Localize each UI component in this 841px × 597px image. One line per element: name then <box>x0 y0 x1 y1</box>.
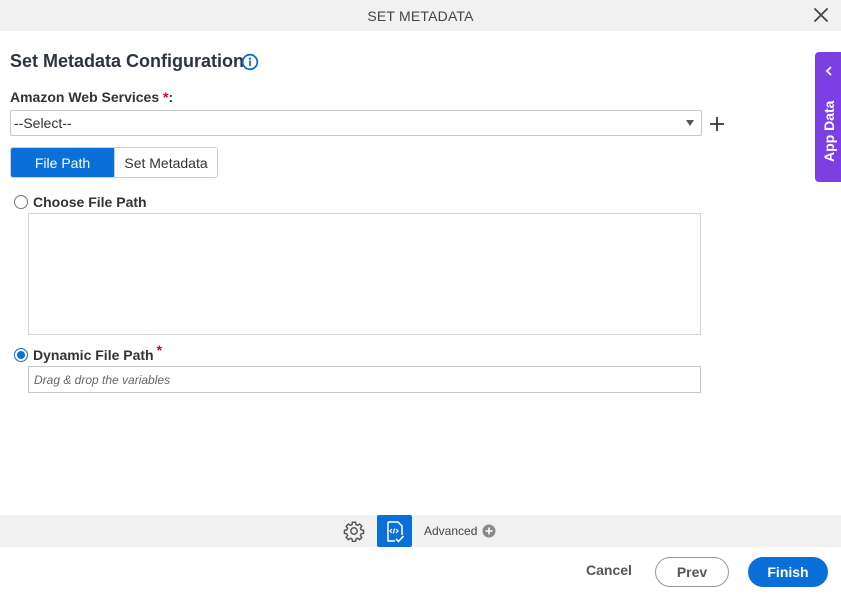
tab-set-metadata[interactable]: Set Metadata <box>114 148 217 177</box>
gear-icon[interactable] <box>343 520 365 543</box>
choose-file-path-label: Choose File Path <box>33 194 147 210</box>
aws-select[interactable]: --Select-- <box>10 110 702 136</box>
aws-label-text: Amazon Web Services <box>10 89 160 105</box>
app-data-label: App Data <box>821 100 837 162</box>
advanced-label: Advanced <box>424 524 478 538</box>
tab-bar: File Path Set Metadata <box>10 147 218 178</box>
dialog-titlebar: SET METADATA <box>0 0 841 31</box>
page-title: Set Metadata Configuration <box>10 51 245 71</box>
cancel-button[interactable]: Cancel <box>586 562 632 578</box>
caret-down-icon <box>686 120 694 126</box>
advanced-toggle[interactable]: Advanced <box>424 524 496 538</box>
prev-button[interactable]: Prev <box>655 557 729 587</box>
app-data-panel-toggle[interactable]: App Data <box>815 52 841 182</box>
file-path-tree[interactable] <box>28 213 701 335</box>
dynamic-file-path-input[interactable]: Drag & drop the variables <box>28 366 701 393</box>
choose-file-path-radio[interactable] <box>14 195 28 209</box>
plus-icon[interactable] <box>708 115 726 133</box>
choose-file-path-option[interactable]: Choose File Path <box>14 194 147 210</box>
chevron-left-icon <box>823 64 835 76</box>
dynamic-file-path-placeholder: Drag & drop the variables <box>34 372 171 387</box>
bottom-toolbar <box>0 515 841 547</box>
plus-circle-icon <box>482 524 496 538</box>
aws-label: Amazon Web Services *: <box>10 89 173 105</box>
aws-select-value: --Select-- <box>14 115 72 131</box>
tab-file-path[interactable]: File Path <box>11 148 114 177</box>
required-mark: * <box>156 342 163 358</box>
info-icon[interactable] <box>241 53 259 71</box>
finish-button[interactable]: Finish <box>748 557 828 587</box>
code-check-icon[interactable] <box>377 515 412 547</box>
dynamic-file-path-option[interactable]: Dynamic File Path * <box>14 342 162 363</box>
dialog-title: SET METADATA <box>367 7 474 24</box>
dynamic-file-path-radio[interactable] <box>14 348 28 362</box>
aws-label-suffix: : <box>168 89 174 105</box>
dynamic-file-path-label: Dynamic File Path <box>33 347 154 363</box>
close-icon[interactable] <box>813 7 829 23</box>
